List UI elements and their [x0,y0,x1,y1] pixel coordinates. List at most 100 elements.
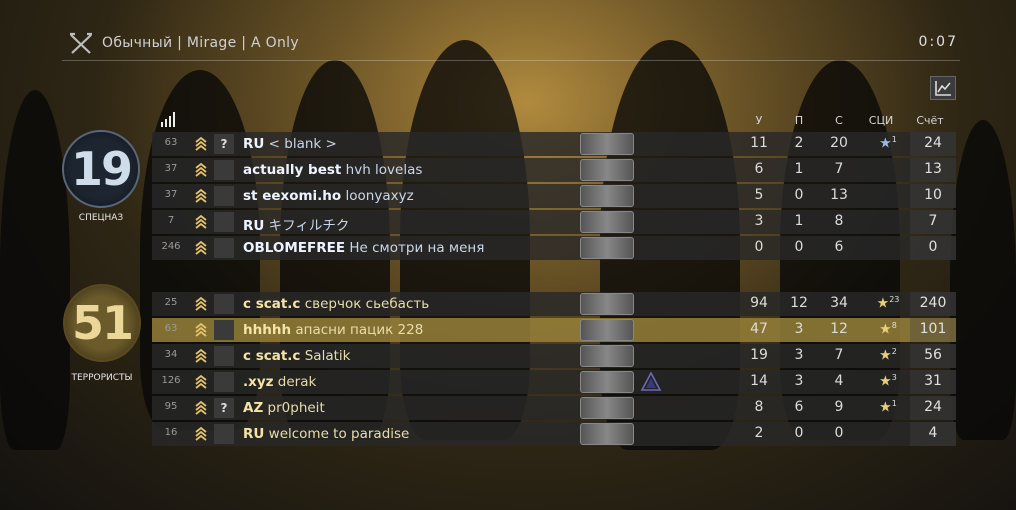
skill-group-medal-icon [580,237,634,259]
signal-bars-icon [161,112,175,127]
player-ping: 95 [164,401,178,412]
ct-score-badge: 19 [62,130,140,208]
player-name[interactable]: .xyz derak [243,374,316,390]
player-row[interactable]: 95 ? AZ pr0pheit 8 6 9 ★1 24 [152,396,956,420]
player-avatar[interactable] [214,294,234,314]
player-avatar[interactable] [214,320,234,340]
crossed-rifles-icon [70,32,92,54]
player-avatar[interactable]: ? [214,134,234,154]
player-score: 0 [928,239,938,255]
player-mvp: ★1 [868,135,908,152]
player-row[interactable]: 246 OBLOMEFREE Не смотри на меня 0 0 6 0 [152,236,956,260]
skill-group-medal-icon [580,371,634,393]
background-silhouette [0,90,70,450]
rank-chevron-icon [195,426,207,441]
player-row[interactable]: 16 RU welcome to paradise 2 0 0 4 [152,422,956,446]
player-deaths: 6 [834,239,844,255]
column-header-assists[interactable]: П [779,114,819,127]
player-name[interactable]: c scat.c сверчок сьебасть [243,296,429,312]
clan-tag: .xyz [243,374,274,390]
player-name[interactable]: RU キフィルチク [243,214,349,234]
skill-group-medal-icon [580,211,634,233]
player-assists: 0 [794,239,804,255]
player-score: 24 [924,399,942,415]
mvp-count: 23 [889,295,900,304]
scoreboard-header: Обычный | Mirage | A Only 0:07 [62,28,960,61]
player-name[interactable]: c scat.c Salatik [243,348,350,364]
column-header-mvp[interactable]: СЦИ [861,114,901,127]
player-score: 7 [928,213,938,229]
rank-chevron-icon [195,348,207,363]
player-avatar[interactable] [214,186,234,206]
player-ping: 37 [164,163,178,174]
player-name[interactable]: RU welcome to paradise [243,426,409,442]
player-deaths: 13 [830,187,848,203]
player-deaths: 4 [834,373,844,389]
player-score: 56 [924,347,942,363]
rank-chevron-icon [195,188,207,203]
player-name[interactable]: actually best hvh lovelas [243,162,422,178]
mvp-star-icon: ★ [879,373,892,390]
player-mvp: ★23 [868,295,908,312]
skill-group-medal-icon [580,397,634,419]
player-row[interactable]: 34 c scat.c Salatik 19 3 7 ★2 56 [152,344,956,368]
player-nick: Salatik [304,348,351,364]
player-score: 101 [919,321,947,337]
clan-tag: RU [243,136,265,152]
player-kills: 19 [750,347,768,363]
player-avatar[interactable]: ? [214,398,234,418]
player-row[interactable]: 37 actually best hvh lovelas 6 1 7 13 [152,158,956,182]
rank-chevron-icon [195,400,207,415]
round-timer: 0:07 [918,34,958,50]
player-avatar[interactable] [214,424,234,444]
skill-group-medal-icon [580,319,634,341]
player-name[interactable]: RU < blank > [243,136,337,152]
player-assists: 3 [794,373,804,389]
player-kills: 6 [754,161,764,177]
player-assists: 2 [794,135,804,151]
skill-group-medal-icon [580,159,634,181]
player-ping: 63 [164,323,178,334]
clan-tag: AZ [243,400,264,416]
mvp-star-icon: ★ [879,135,892,152]
player-kills: 47 [750,321,768,337]
player-row[interactable]: 37 st eexomi.ho loonyaxyz 5 0 13 10 [152,184,956,208]
player-name[interactable]: hhhhh апасни пацик 228 [243,322,423,338]
player-row[interactable]: 63 hhhhh апасни пацик 228 47 3 12 ★8 101 [152,318,956,342]
player-row[interactable]: 63 ? RU < blank > 11 2 20 ★1 24 [152,132,956,156]
column-header-deaths[interactable]: С [819,114,859,127]
skill-group-medal-icon [580,293,634,315]
player-name[interactable]: OBLOMEFREE Не смотри на меня [243,240,484,256]
mvp-count: 1 [891,399,897,408]
player-avatar[interactable] [214,346,234,366]
player-score: 4 [928,425,938,441]
player-name[interactable]: AZ pr0pheit [243,400,325,416]
clan-tag: st eexomi.ho [243,188,342,204]
player-name[interactable]: st eexomi.ho loonyaxyz [243,188,414,204]
player-avatar[interactable] [214,212,234,232]
column-header-score[interactable]: Счёт [910,114,950,127]
coin-icon [640,372,662,391]
player-row[interactable]: 25 c scat.c сверчок сьебасть 94 12 34 ★2… [152,292,956,316]
player-nick: welcome to paradise [268,426,410,442]
mvp-count: 3 [891,373,897,382]
player-assists: 0 [794,425,804,441]
column-header-kills[interactable]: У [739,114,779,127]
player-avatar[interactable] [214,160,234,180]
player-deaths: 12 [830,321,848,337]
player-nick: キフィルチク [268,218,350,234]
clan-tag: RU [243,218,265,234]
player-row[interactable]: 126 .xyz derak 14 3 4 ★3 31 [152,370,956,394]
graph-button[interactable] [930,76,956,100]
player-nick: loonyaxyz [345,188,414,204]
t-score-badge: 51 [63,284,141,362]
player-avatar[interactable] [214,238,234,258]
player-mvp: ★3 [868,373,908,390]
player-row[interactable]: 7 RU キフィルチク 3 1 8 7 [152,210,956,234]
player-assists: 3 [794,321,804,337]
mvp-count: 8 [891,321,897,330]
player-avatar[interactable] [214,372,234,392]
player-nick: апасни пацик 228 [295,322,424,338]
player-assists: 3 [794,347,804,363]
player-ping: 246 [161,241,181,252]
